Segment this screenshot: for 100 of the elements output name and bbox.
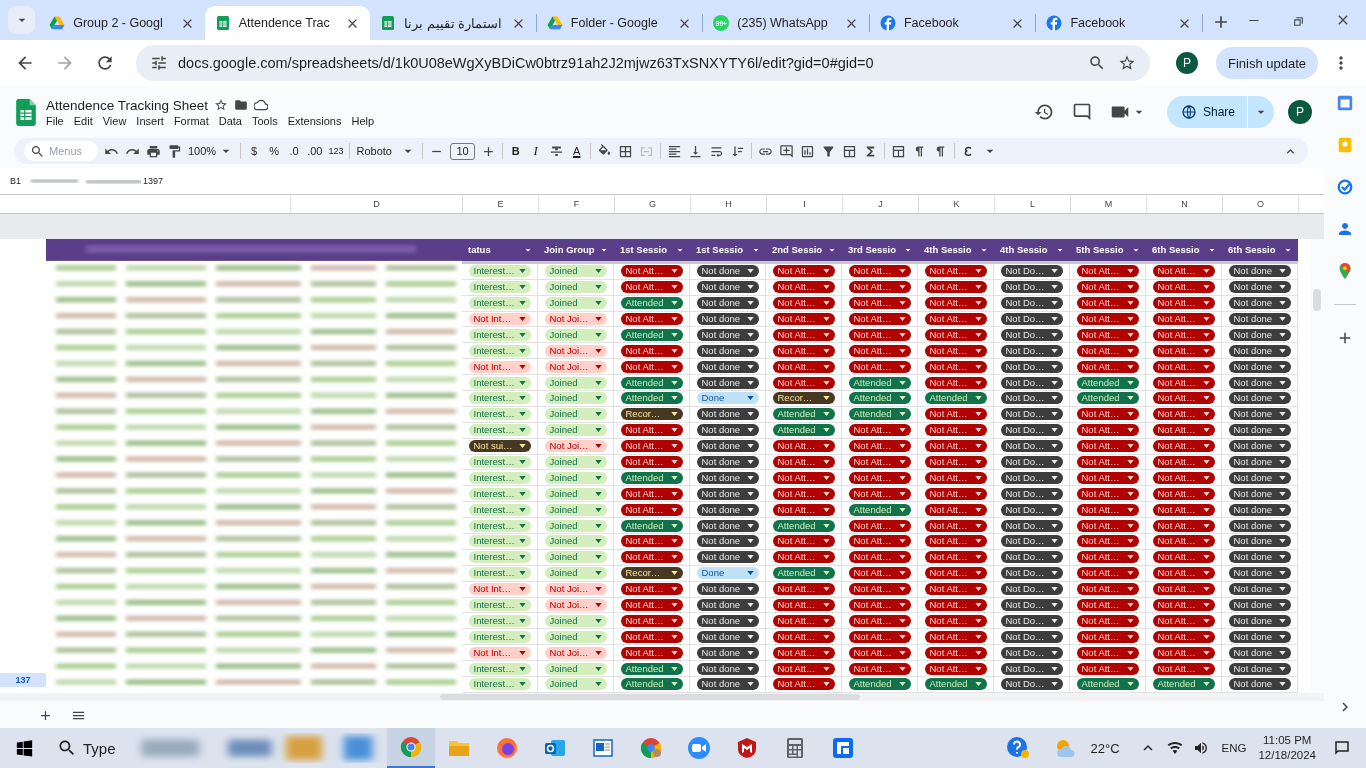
dropdown-chip[interactable]: Not Att… <box>848 535 911 548</box>
dropdown-chip[interactable]: Not Att… <box>772 440 835 453</box>
dropdown-chip[interactable]: Not Att… <box>1152 614 1215 627</box>
dropdown-chip[interactable]: Not Att… <box>848 487 911 500</box>
dropdown-chip[interactable]: Not Att… <box>924 265 987 278</box>
dropdown-chip[interactable]: Not done <box>696 424 759 437</box>
dropdown-chip[interactable]: Not Att… <box>1152 599 1215 611</box>
dropdown-chip[interactable]: Not Att… <box>1076 424 1139 437</box>
menu-item[interactable]: Help <box>351 114 385 127</box>
dropdown-chip[interactable]: Not done <box>1228 567 1291 580</box>
dropdown-chip[interactable]: Not Att… <box>620 455 683 468</box>
column-header[interactable]: 2nd Sessio <box>766 239 842 261</box>
dropdown-chip[interactable]: Not Att… <box>772 630 835 643</box>
dropdown-chip[interactable]: Not done <box>696 408 759 421</box>
dropdown-chip[interactable]: Not done <box>1228 376 1291 389</box>
column-letter[interactable]: M <box>1071 195 1147 213</box>
dropdown-chip[interactable]: Not Do… <box>1000 392 1063 405</box>
dropdown-chip[interactable]: Not Att… <box>772 599 835 611</box>
dropdown-chip[interactable]: Attended <box>848 392 911 405</box>
dropdown-chip[interactable]: Not Joi… <box>544 440 607 453</box>
dropdown-chip[interactable]: Not Att… <box>1076 583 1139 596</box>
dropdown-chip[interactable]: Not Att… <box>924 440 987 453</box>
dropdown-chip[interactable]: Not Att… <box>924 376 987 389</box>
dropdown-chip[interactable]: Joined <box>544 392 607 405</box>
dropdown-chip[interactable]: Not Att… <box>1152 281 1215 294</box>
history-icon[interactable] <box>1033 102 1054 122</box>
dropdown-chip[interactable]: Interest… <box>468 392 531 405</box>
column-header[interactable]: 1st Sessio <box>690 239 766 261</box>
site-settings-icon[interactable] <box>150 54 168 72</box>
dropdown-chip[interactable]: Interest… <box>468 503 531 516</box>
dropdown-chip[interactable]: Not Att… <box>772 312 835 325</box>
dropdown-chip[interactable]: Not Att… <box>924 503 987 516</box>
column-header[interactable]: 5th Sessio <box>1070 239 1146 261</box>
column-letter[interactable]: I <box>767 195 843 213</box>
text-color-button[interactable]: A <box>569 145 584 157</box>
dropdown-chip[interactable]: Not done <box>1228 471 1291 484</box>
dropdown-chip[interactable]: Not Att… <box>924 344 987 357</box>
dropdown-chip[interactable]: Attended <box>620 376 683 389</box>
address-bar[interactable]: docs.google.com/spreadsheets/d/1k0U08eWgXyBDiCw0btrz91ah2J2mjwz63TxSNXYTY6l/edit?gid=0#gid=0 <box>136 45 1150 81</box>
dropdown-chip[interactable]: Not Att… <box>848 614 911 627</box>
checkmark-icon[interactable] <box>1336 178 1354 196</box>
dropdown-chip[interactable]: Not Att… <box>924 297 987 310</box>
dropdown-chip[interactable]: Attended <box>620 519 683 532</box>
column-letter[interactable]: F <box>539 195 615 213</box>
dropdown-chip[interactable]: Not Att… <box>1076 297 1139 310</box>
dropdown-chip[interactable]: Joined <box>544 678 607 691</box>
dropdown-chip[interactable]: Not Do… <box>1000 471 1063 484</box>
zoom-icon[interactable] <box>1087 54 1106 72</box>
dropdown-chip[interactable]: Not Att… <box>620 265 683 278</box>
dropdown-chip[interactable]: Not Att… <box>772 281 835 294</box>
dropdown-chip[interactable]: Not Att… <box>772 297 835 310</box>
dropdown-chip[interactable]: Not done <box>696 503 759 516</box>
browser-tab[interactable]: Folder - Google <box>536 6 703 40</box>
dropdown-chip[interactable]: Not Att… <box>772 328 835 341</box>
dropdown-chip[interactable]: Not Do… <box>1000 630 1063 643</box>
dropdown-chip[interactable]: Not Att… <box>1076 519 1139 532</box>
windows-start-icon[interactable] <box>16 739 33 757</box>
dropdown-chip[interactable]: Not Att… <box>848 519 911 532</box>
dropdown-chip[interactable]: Not done <box>696 614 759 627</box>
browser-tab[interactable]: Group 2 - Googl <box>39 6 205 40</box>
dropdown-chip[interactable]: Interest… <box>468 408 531 421</box>
dropdown-chip[interactable]: Not done <box>696 312 759 325</box>
dropdown-chip[interactable]: Done <box>696 567 759 580</box>
menu-item[interactable]: Insert <box>136 114 174 127</box>
dropdown-chip[interactable]: Not Att… <box>620 344 683 357</box>
dropdown-chip[interactable]: Not Att… <box>772 614 835 627</box>
dropdown-chip[interactable]: Not Do… <box>1000 662 1063 675</box>
dropdown-chip[interactable]: Not done <box>696 535 759 548</box>
dropdown-chip[interactable]: Joined <box>544 408 607 421</box>
dropdown-chip[interactable]: Interest… <box>468 551 531 564</box>
profile-avatar[interactable]: P <box>1175 52 1198 74</box>
dropdown-chip[interactable]: Interest… <box>468 344 531 357</box>
dropdown-chip[interactable]: Not done <box>696 265 759 278</box>
dropdown-chip[interactable]: Not Att… <box>924 662 987 675</box>
dropdown-chip[interactable]: Not Att… <box>620 583 683 596</box>
help-icon[interactable] <box>1006 736 1031 760</box>
dropdown-chip[interactable]: Attended <box>848 503 911 516</box>
dropdown-chip[interactable]: Not Do… <box>1000 583 1063 596</box>
dropdown-chip[interactable]: Not Att… <box>1152 583 1215 596</box>
dropdown-chip[interactable]: Not Att… <box>848 297 911 310</box>
dropdown-chip[interactable]: Not done <box>1228 519 1291 532</box>
dropdown-chip[interactable]: Joined <box>544 281 607 294</box>
dropdown-chip[interactable]: Recor… <box>620 408 683 421</box>
dropdown-chip[interactable]: Not done <box>1228 583 1291 596</box>
column-letter[interactable]: K <box>919 195 995 213</box>
chart-icon[interactable] <box>799 143 815 159</box>
dropdown-chip[interactable]: Not done <box>696 487 759 500</box>
dropdown-chip[interactable]: Not Att… <box>620 281 683 294</box>
italic-button[interactable]: I <box>528 143 543 159</box>
dropdown-chip[interactable]: Not Att… <box>924 328 987 341</box>
dropdown-chip[interactable]: Not Att… <box>620 424 683 437</box>
dropdown-chip[interactable]: Not done <box>696 281 759 294</box>
reload-icon[interactable] <box>95 53 115 73</box>
finish-update-button[interactable]: Finish update <box>1215 47 1318 79</box>
dropdown-chip[interactable]: Attended <box>620 297 683 310</box>
percent-format-button[interactable]: % <box>267 145 282 157</box>
dropdown-chip[interactable]: Not Att… <box>1152 662 1215 675</box>
dropdown-chip[interactable]: Not Att… <box>772 376 835 389</box>
dropdown-chip[interactable]: Not done <box>696 440 759 453</box>
dropdown-chip[interactable]: Not Do… <box>1000 678 1063 691</box>
